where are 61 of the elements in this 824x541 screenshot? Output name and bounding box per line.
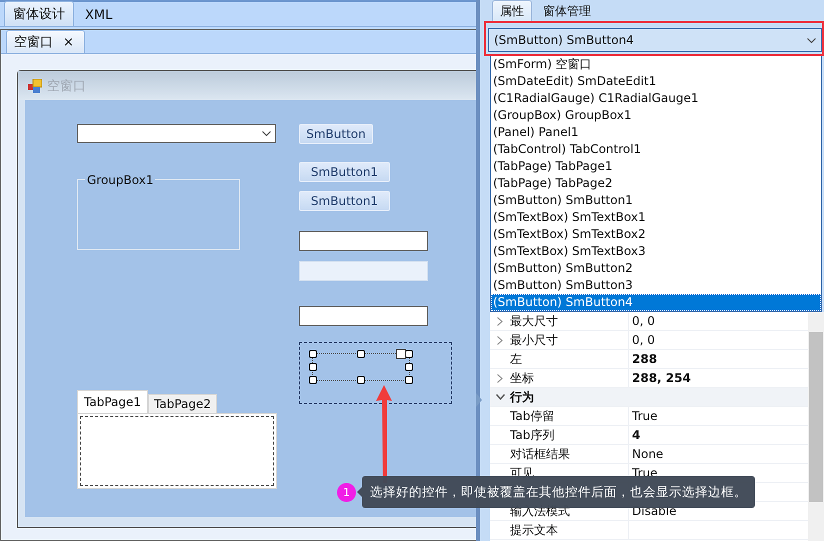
tooltip-text: 选择好的控件，即使被覆盖在其他控件后面，也会显示选择边框。 bbox=[370, 484, 747, 500]
dropdown-option[interactable]: (SmButton) SmButton2 bbox=[491, 260, 821, 277]
sm-button[interactable]: SmButton1 bbox=[299, 191, 390, 211]
document-tab[interactable]: 空窗口 × bbox=[6, 30, 85, 53]
collapse-arrow-icon[interactable] bbox=[476, 393, 482, 407]
property-name: Tab序列 bbox=[510, 428, 554, 442]
dropdown-option[interactable]: (SmDateEdit) SmDateEdit1 bbox=[491, 73, 821, 90]
property-name: 最小尺寸 bbox=[510, 332, 558, 346]
dropdown-option[interactable]: (Panel) Panel1 bbox=[491, 124, 821, 141]
property-name: 最大尺寸 bbox=[510, 314, 558, 328]
property-value[interactable]: Disable bbox=[632, 504, 677, 518]
property-name: 可见 bbox=[510, 466, 534, 480]
scrollbar-thumb[interactable] bbox=[809, 332, 823, 502]
dropdown-option[interactable]: (C1RadialGauge) C1RadialGauge1 bbox=[491, 90, 821, 107]
property-name: 输入法模式 bbox=[510, 504, 570, 518]
property-name: 对话框结果 bbox=[510, 446, 570, 460]
property-name: 左 bbox=[510, 352, 522, 366]
property-value[interactable]: 0, 0 bbox=[632, 333, 655, 347]
dropdown-option[interactable]: (SmButton) SmButton1 bbox=[491, 192, 821, 209]
tab[interactable]: TabPage2 bbox=[148, 394, 217, 413]
property-name: Tab停留 bbox=[510, 408, 554, 422]
property-value[interactable]: 288, 254 bbox=[632, 371, 691, 385]
dropdown-option[interactable]: (SmTextBox) SmTextBox2 bbox=[491, 226, 821, 243]
dropdown-option[interactable]: (SmButton) SmButton4 bbox=[491, 294, 821, 311]
dropdown-option[interactable]: (TabControl) TabControl1 bbox=[491, 141, 821, 158]
chevron-right-icon[interactable] bbox=[497, 336, 503, 344]
close-button[interactable]: × bbox=[63, 34, 74, 50]
property-value[interactable]: 4 bbox=[632, 428, 640, 442]
tab[interactable]: XML bbox=[76, 4, 122, 26]
dropdown-option[interactable]: (SmButton) SmButton3 bbox=[491, 277, 821, 294]
category-label: 行为 bbox=[510, 390, 534, 404]
scrollbar[interactable] bbox=[808, 312, 824, 541]
property-value[interactable]: True bbox=[632, 409, 658, 423]
property-value[interactable]: 288 bbox=[632, 352, 658, 366]
chevron-down-icon bbox=[807, 38, 816, 44]
text-field[interactable] bbox=[299, 231, 428, 251]
object-selector[interactable]: (SmButton) SmButton4 bbox=[488, 28, 822, 52]
chevron-right-icon[interactable] bbox=[497, 374, 503, 382]
dropdown-option[interactable]: (TabPage) TabPage1 bbox=[491, 158, 821, 175]
combo-box[interactable] bbox=[77, 124, 276, 143]
group-box-label: GroupBox1 bbox=[85, 173, 156, 187]
dropdown-option[interactable]: (TabPage) TabPage2 bbox=[491, 175, 821, 192]
sm-button[interactable]: SmButton1 bbox=[299, 162, 390, 182]
sm-button[interactable]: SmButton bbox=[299, 124, 373, 144]
chevron-right-icon[interactable] bbox=[497, 316, 503, 326]
tab[interactable]: 属性 bbox=[492, 0, 532, 22]
dropdown-option[interactable]: (SmTextBox) SmTextBox3 bbox=[491, 243, 821, 260]
property-value[interactable]: None bbox=[632, 447, 664, 461]
tab[interactable]: TabPage1 bbox=[77, 390, 148, 413]
dropdown-option[interactable]: (GroupBox) GroupBox1 bbox=[491, 107, 821, 124]
tab[interactable]: 窗体管理 bbox=[536, 1, 598, 22]
form-icon bbox=[28, 78, 42, 92]
property-name: 提示文本 bbox=[510, 522, 558, 536]
chevron-down-icon bbox=[262, 130, 271, 136]
text-field[interactable] bbox=[299, 306, 428, 326]
dropdown-option[interactable]: (SmForm) 空窗口 bbox=[491, 56, 821, 73]
dropdown-option[interactable]: (SmTextBox) SmTextBox1 bbox=[491, 209, 821, 226]
tab[interactable]: 窗体设计 bbox=[4, 1, 74, 26]
property-name: 坐标 bbox=[510, 370, 534, 384]
property-value[interactable]: 0, 0 bbox=[632, 314, 655, 328]
chevron-down-icon[interactable] bbox=[496, 394, 504, 400]
